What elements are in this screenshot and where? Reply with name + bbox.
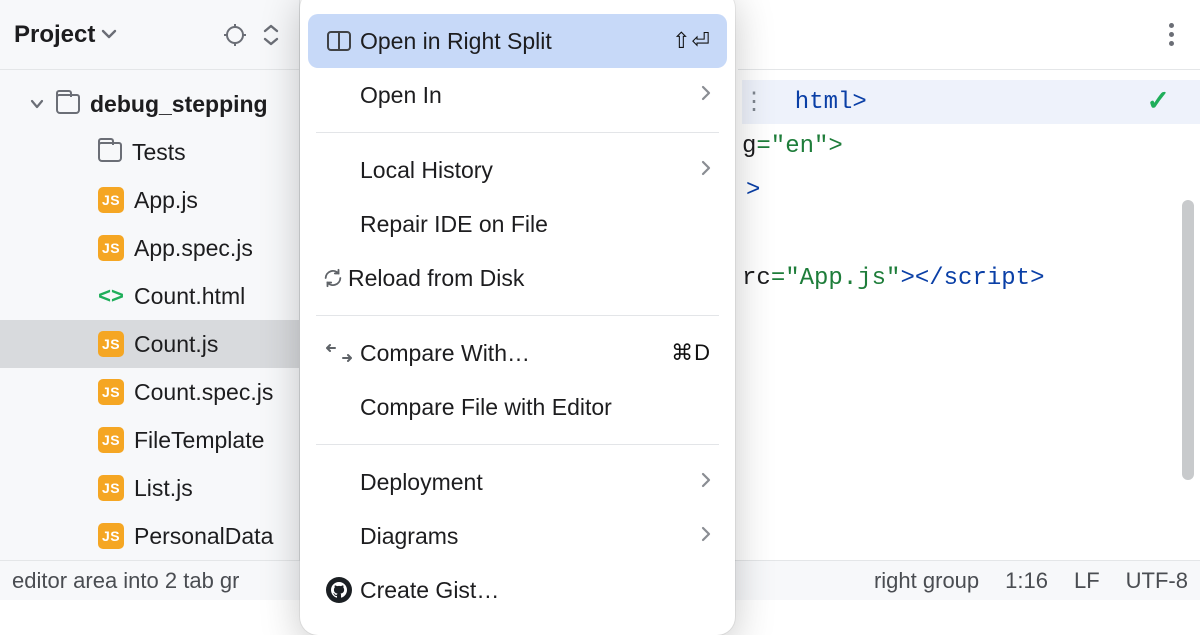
status-line-separator[interactable]: LF — [1074, 568, 1100, 594]
expand-icon[interactable] — [257, 21, 285, 49]
menu-separator — [316, 444, 719, 445]
editor-toolbar — [738, 0, 1200, 70]
menu-item-label: Open In — [360, 82, 697, 109]
tree-item-label: PersonalData — [134, 523, 273, 550]
tree-file[interactable]: JS App.js — [0, 176, 299, 224]
code-line — [742, 212, 1200, 256]
menu-item-label: Compare With… — [360, 340, 667, 367]
caret-down-icon[interactable] — [28, 99, 46, 109]
chevron-down-icon[interactable] — [101, 20, 117, 46]
compare-icon — [322, 342, 356, 364]
tree-folder[interactable]: Tests — [0, 128, 299, 176]
status-cursor[interactable]: 1:16 — [1005, 568, 1048, 594]
menu-item-label: Create Gist… — [360, 577, 711, 604]
locate-icon[interactable] — [221, 21, 249, 49]
tree-item-label: FileTemplate — [134, 427, 264, 454]
submenu-arrow-icon — [701, 84, 711, 107]
tree-file[interactable]: JS PersonalData — [0, 512, 299, 560]
menu-repair-ide[interactable]: Repair IDE on File — [300, 197, 735, 251]
menu-open-in[interactable]: Open In — [300, 68, 735, 122]
status-hint-left: editor area into 2 tab gr — [12, 568, 239, 594]
github-icon — [322, 577, 356, 603]
tree-root-label: debug_stepping — [90, 91, 268, 118]
html-file-icon: <> — [98, 283, 124, 309]
tree-item-label: Tests — [132, 139, 186, 166]
menu-compare-editor[interactable]: Compare File with Editor — [300, 380, 735, 434]
menu-item-label: Local History — [360, 157, 697, 184]
tree-file[interactable]: JS FileTemplate — [0, 416, 299, 464]
tree-file[interactable]: JS List.js — [0, 464, 299, 512]
tree-folder-root[interactable]: debug_stepping — [0, 80, 299, 128]
js-file-icon: JS — [98, 523, 124, 549]
menu-diagrams[interactable]: Diagrams — [300, 509, 735, 563]
code-line: g="en"> — [742, 124, 1200, 168]
code-line: rc="App.js"></script> — [742, 256, 1200, 300]
context-menu: Open in Right Split ⇧⏎ Open In Local His… — [300, 0, 735, 635]
menu-compare-with[interactable]: Compare With… ⌘D — [300, 326, 735, 380]
js-file-icon: JS — [98, 187, 124, 213]
code-line: > — [742, 168, 1200, 212]
menu-item-label: Reload from Disk — [348, 265, 711, 292]
folder-icon — [56, 94, 80, 114]
split-right-icon — [322, 31, 356, 51]
reload-icon — [322, 267, 344, 289]
tree-item-label: List.js — [134, 475, 193, 502]
tree-file[interactable]: JS Count.spec.js — [0, 368, 299, 416]
menu-deployment[interactable]: Deployment — [300, 455, 735, 509]
tree-item-label: Count.js — [134, 331, 218, 358]
tree-file-selected[interactable]: JS Count.js — [0, 320, 299, 368]
submenu-arrow-icon — [701, 471, 711, 494]
editor-area: ✓ ⋮ html> g="en"> > rc="App.js"></script… — [738, 0, 1200, 560]
tree-item-label: Count.spec.js — [134, 379, 273, 406]
project-panel-title[interactable]: Project — [14, 21, 95, 49]
menu-separator — [316, 315, 719, 316]
js-file-icon: JS — [98, 379, 124, 405]
status-encoding[interactable]: UTF-8 — [1126, 568, 1188, 594]
tree-file[interactable]: JS App.spec.js — [0, 224, 299, 272]
js-file-icon: JS — [98, 331, 124, 357]
tree-item-label: Count.html — [134, 283, 245, 310]
project-tree: debug_stepping Tests JS App.js JS App.sp… — [0, 70, 299, 560]
code-line: ⋮ html> — [742, 80, 1200, 124]
menu-item-shortcut: ⇧⏎ — [672, 28, 711, 54]
inspection-ok-icon[interactable]: ✓ — [1147, 84, 1170, 119]
submenu-arrow-icon — [701, 159, 711, 182]
menu-create-gist[interactable]: Create Gist… — [300, 563, 735, 617]
menu-local-history[interactable]: Local History — [300, 143, 735, 197]
js-file-icon: JS — [98, 427, 124, 453]
tree-file[interactable]: <> Count.html — [0, 272, 299, 320]
project-panel-header: Project — [0, 0, 299, 70]
menu-reload-disk[interactable]: Reload from Disk — [300, 251, 735, 305]
menu-item-label: Repair IDE on File — [360, 211, 711, 238]
tree-item-label: App.spec.js — [134, 235, 253, 262]
menu-item-label: Diagrams — [360, 523, 697, 550]
menu-separator — [316, 132, 719, 133]
menu-item-shortcut: ⌘D — [671, 340, 711, 366]
tree-item-label: App.js — [134, 187, 198, 214]
js-file-icon: JS — [98, 235, 124, 261]
js-file-icon: JS — [98, 475, 124, 501]
project-panel: Project debug_stepping Tests JS App.js — [0, 0, 300, 560]
status-hint-right: right group — [874, 568, 979, 594]
menu-item-label: Deployment — [360, 469, 697, 496]
more-options-icon[interactable] — [1169, 23, 1174, 46]
menu-open-right-split[interactable]: Open in Right Split ⇧⏎ — [308, 14, 727, 68]
submenu-arrow-icon — [701, 525, 711, 548]
scrollbar-thumb[interactable] — [1182, 200, 1194, 480]
menu-item-label: Open in Right Split — [360, 28, 668, 55]
menu-item-label: Compare File with Editor — [360, 394, 711, 421]
editor-content[interactable]: ✓ ⋮ html> g="en"> > rc="App.js"></script… — [738, 70, 1200, 300]
folder-icon — [98, 142, 122, 162]
